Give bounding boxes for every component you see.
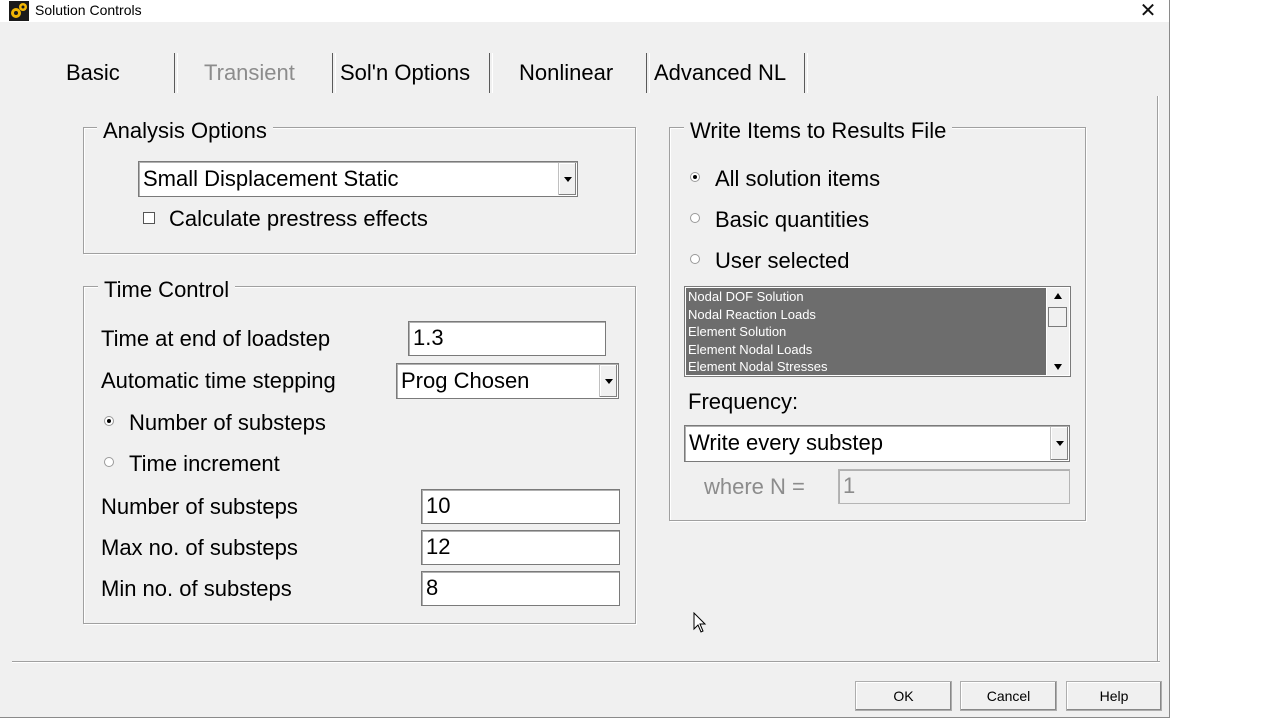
results-items-listbox[interactable]: Nodal DOF Solution Nodal Reaction Loads … [684,286,1071,377]
time-increment-radio-label: Time increment [129,451,280,476]
chevron-down-icon[interactable] [1050,427,1068,460]
button-divider [12,661,1160,663]
frequency-select[interactable]: Write every substep [684,425,1070,462]
list-item[interactable]: Nodal Reaction Loads [686,306,1046,324]
basic-quantities-radio[interactable] [690,213,700,223]
list-scrollbar[interactable] [1047,288,1069,375]
window-title: Solution Controls [35,2,142,18]
time-end-field[interactable]: 1.3 [408,321,606,356]
help-button[interactable]: Help [1066,681,1162,711]
user-selected-label: User selected [715,248,850,273]
num-substeps-field[interactable]: 10 [421,489,620,524]
prestress-checkbox[interactable] [143,212,155,224]
tab-separator [804,53,808,93]
frequency-value: Write every substep [689,430,884,455]
max-substeps-field[interactable]: 12 [421,530,620,565]
tab-separator [646,53,650,93]
all-items-label: All solution items [715,166,881,191]
auto-step-value: Prog Chosen [401,368,530,393]
tab-soln-options[interactable]: Sol'n Options [340,58,470,94]
results-file-legend: Write Items to Results File [684,118,953,144]
tab-separator [332,53,336,93]
app-gear-icon [9,1,29,21]
list-item[interactable]: Element Nodal Loads [686,341,1046,359]
tab-advanced-nl[interactable]: Advanced NL [654,58,786,94]
user-selected-radio[interactable] [690,254,700,264]
tab-separator [174,53,178,93]
num-substeps-label: Number of substeps [101,494,298,519]
min-substeps-label: Min no. of substeps [101,576,292,601]
substeps-radio-label: Number of substeps [129,410,326,435]
scroll-thumb[interactable] [1048,307,1067,327]
analysis-type-select[interactable]: Small Displacement Static [138,161,578,197]
mouse-pointer-icon [693,612,707,633]
title-bar: Solution Controls ✕ [0,0,1169,22]
scroll-track-divider [1157,96,1159,662]
prestress-label: Calculate prestress effects [169,206,428,231]
list-item[interactable]: Element Nodal Stresses [686,358,1046,375]
where-n-field: 1 [838,469,1070,504]
list-item[interactable]: Element Solution [686,323,1046,341]
time-control-legend: Time Control [98,277,236,303]
substeps-radio[interactable] [104,416,114,426]
max-substeps-label: Max no. of substeps [101,535,298,560]
auto-step-label: Automatic time stepping [101,368,336,393]
frequency-label: Frequency: [688,389,799,414]
where-n-label: where N = [704,474,805,499]
min-substeps-field[interactable]: 8 [421,571,620,606]
cancel-button[interactable]: Cancel [960,681,1057,711]
tab-transient: Transient [204,60,295,85]
results-items-list: Nodal DOF Solution Nodal Reaction Loads … [686,288,1046,375]
auto-step-select[interactable]: Prog Chosen [396,363,619,399]
tab-separator [489,53,493,93]
all-items-radio[interactable] [690,172,700,182]
list-item[interactable]: Nodal DOF Solution [686,288,1046,306]
chevron-down-icon[interactable] [558,163,576,195]
ok-button[interactable]: OK [855,681,952,711]
tab-nonlinear[interactable]: Nonlinear [519,58,613,94]
analysis-options-legend: Analysis Options [97,118,273,144]
scroll-up-icon[interactable] [1048,288,1068,305]
chevron-down-icon[interactable] [599,365,617,397]
time-end-label: Time at end of loadstep [101,326,331,351]
close-icon[interactable]: ✕ [1133,0,1163,22]
time-increment-radio[interactable] [104,457,114,467]
solution-controls-dialog: Solution Controls ✕ Basic Transient Sol'… [0,0,1170,718]
scroll-down-icon[interactable] [1048,358,1068,375]
basic-quantities-label: Basic quantities [715,207,870,232]
tab-basic[interactable]: Basic [66,58,120,94]
analysis-type-value: Small Displacement Static [143,166,399,191]
